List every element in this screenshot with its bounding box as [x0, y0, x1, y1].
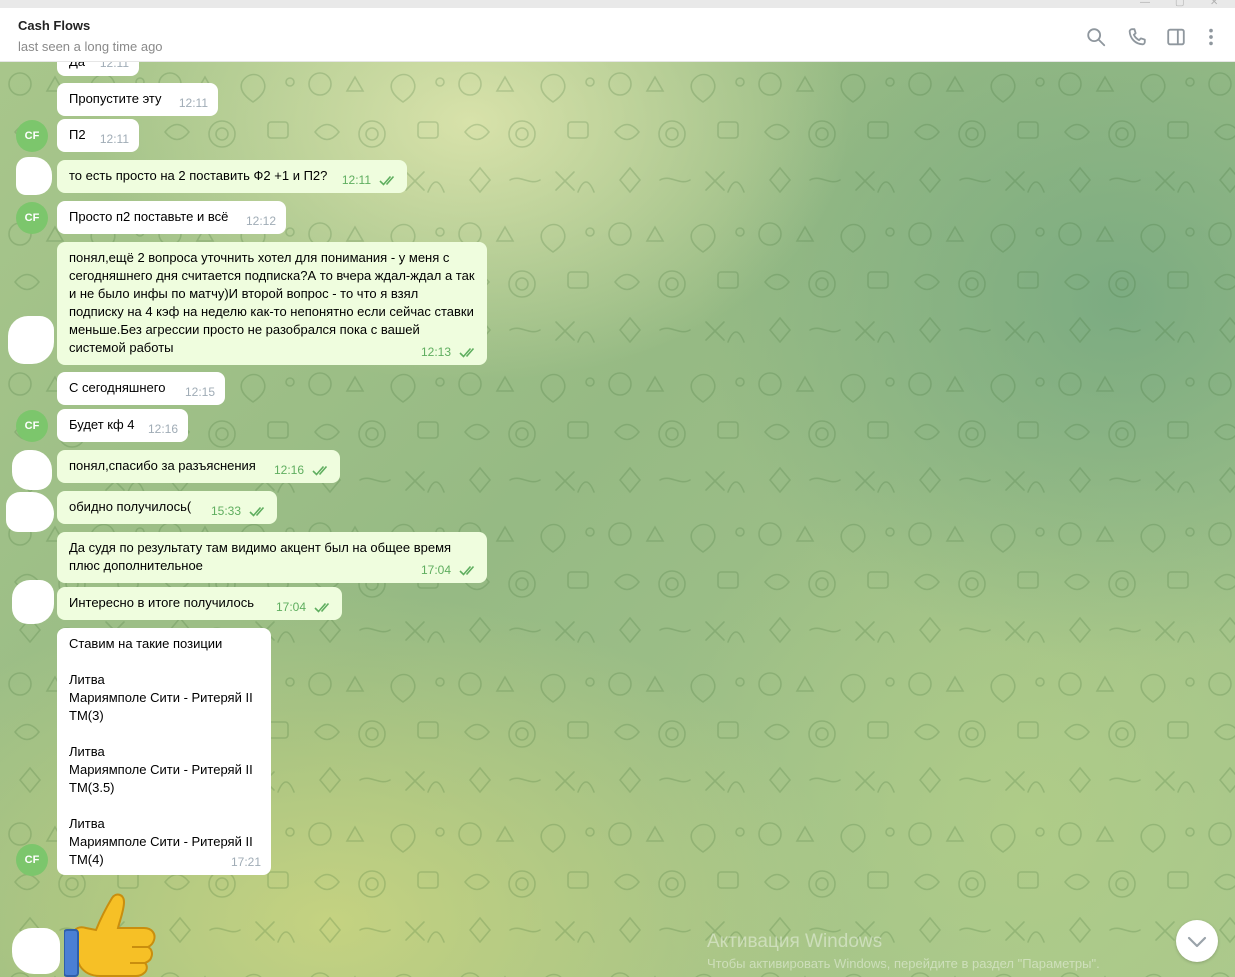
message-time: 17:04 — [421, 561, 477, 579]
message-bubble[interactable]: Да 12:11 — [57, 62, 139, 76]
message-text: обидно получилось( — [69, 499, 192, 514]
message-bubble[interactable]: понял,спасибо за разъяснения 12:16 — [57, 450, 340, 483]
search-icon[interactable] — [1085, 26, 1107, 48]
message-text: Будет кф 4 — [69, 417, 135, 432]
chat-header: Cash Flows last seen a long time ago — [0, 8, 1235, 62]
chevron-down-icon — [1187, 936, 1207, 948]
message-time: 12:13 — [421, 343, 477, 361]
message-bubble[interactable]: Будет кф 4 12:16 — [57, 409, 188, 442]
message-time: 12:16 — [147, 422, 178, 436]
chat-title[interactable]: Cash Flows — [18, 18, 90, 33]
redacted-avatar — [12, 580, 54, 624]
message-time: 15:33 — [211, 502, 267, 520]
message-bubble[interactable]: Пропустите эту 12:11 — [57, 83, 218, 116]
windows-activation-text: Чтобы активировать Windows, перейдите в … — [707, 956, 1100, 971]
message-time-value: 17:04 — [275, 600, 306, 614]
message-bubble[interactable]: Просто п2 поставьте и всё 12:12 — [57, 201, 286, 234]
avatar[interactable]: CF — [16, 410, 48, 442]
double-check-icon — [314, 602, 330, 613]
message-time: 17:04 — [276, 598, 332, 616]
message-text: понял,спасибо за разъяснения — [69, 458, 256, 473]
message-bubble[interactable]: то есть просто на 2 поставить Ф2 +1 и П2… — [57, 160, 407, 193]
message-time-value: 15:33 — [210, 504, 241, 518]
redacted-avatar — [16, 157, 52, 195]
redacted-avatar — [12, 450, 52, 490]
redacted-avatar — [6, 492, 54, 532]
maximize-icon[interactable]: ▢ — [1175, 0, 1184, 8]
message-time: 12:11 — [99, 132, 129, 146]
message-text: С сегодняшнего — [69, 380, 166, 395]
double-check-icon — [312, 465, 328, 476]
message-time: 17:21 — [230, 855, 261, 869]
message-bubble[interactable]: Ставим на такие позиции Литва Мариямполе… — [57, 628, 271, 875]
window-titlebar: — ▢ ✕ — [0, 0, 1235, 8]
message-bubble[interactable]: обидно получилось( 15:33 — [57, 491, 277, 524]
message-text: Ставим на такие позиции Литва Мариямполе… — [69, 636, 253, 867]
scroll-to-bottom-button[interactable] — [1176, 920, 1218, 962]
message-time-value: 12:11 — [341, 173, 371, 187]
redacted-avatar — [8, 316, 54, 364]
avatar[interactable]: CF — [16, 844, 48, 876]
close-window-icon[interactable]: ✕ — [1210, 0, 1218, 8]
message-bubble[interactable]: Да судя по результату там видимо акцент … — [57, 532, 487, 583]
windows-activation-title: Активация Windows — [707, 931, 883, 952]
message-text: понял,ещё 2 вопроса уточнить хотел для п… — [69, 250, 479, 355]
message-bubble[interactable]: П2 12:11 — [57, 119, 139, 152]
message-text: Просто п2 поставьте и всё — [69, 209, 229, 224]
message-text: то есть просто на 2 поставить Ф2 +1 и П2… — [69, 168, 328, 183]
avatar[interactable]: CF — [16, 202, 48, 234]
message-time: 12:11 — [99, 62, 129, 70]
phone-icon[interactable] — [1126, 26, 1148, 48]
thumbs-up-sticker[interactable] — [64, 890, 158, 977]
avatar[interactable]: CF — [16, 120, 48, 152]
double-check-icon — [249, 506, 265, 517]
message-time: 12:12 — [245, 214, 276, 228]
chat-status: last seen a long time ago — [18, 39, 163, 54]
message-bubble[interactable]: С сегодняшнего 12:15 — [57, 372, 225, 405]
message-time: 12:15 — [184, 385, 215, 399]
message-time: 12:11 — [178, 96, 208, 110]
message-text: Пропустите эту — [69, 91, 162, 106]
message-text: Да судя по результату там видимо акцент … — [69, 540, 455, 573]
message-time-value: 12:16 — [273, 463, 304, 477]
message-bubble[interactable]: понял,ещё 2 вопроса уточнить хотел для п… — [57, 242, 487, 365]
message-bubble[interactable]: Интересно в итоге получилось 17:04 — [57, 587, 342, 620]
double-check-icon — [459, 565, 475, 576]
double-check-icon — [459, 347, 475, 358]
message-text: Интересно в итоге получилось — [69, 595, 254, 610]
redacted-avatar — [12, 928, 60, 974]
chat-area[interactable]: Да 12:11 Пропустите эту 12:11 CF П2 12:1… — [0, 62, 1235, 977]
sidebar-toggle-icon[interactable] — [1165, 26, 1187, 48]
message-time: 12:16 — [274, 461, 330, 479]
message-text: П2 — [69, 127, 86, 142]
message-time-value: 17:04 — [420, 563, 451, 577]
message-text: Да — [69, 62, 85, 69]
minimize-icon[interactable]: — — [1140, 0, 1150, 8]
message-time-value: 12:13 — [420, 345, 451, 359]
message-time: 12:11 — [342, 171, 397, 189]
more-vertical-icon[interactable] — [1200, 26, 1222, 48]
double-check-icon — [379, 175, 395, 186]
